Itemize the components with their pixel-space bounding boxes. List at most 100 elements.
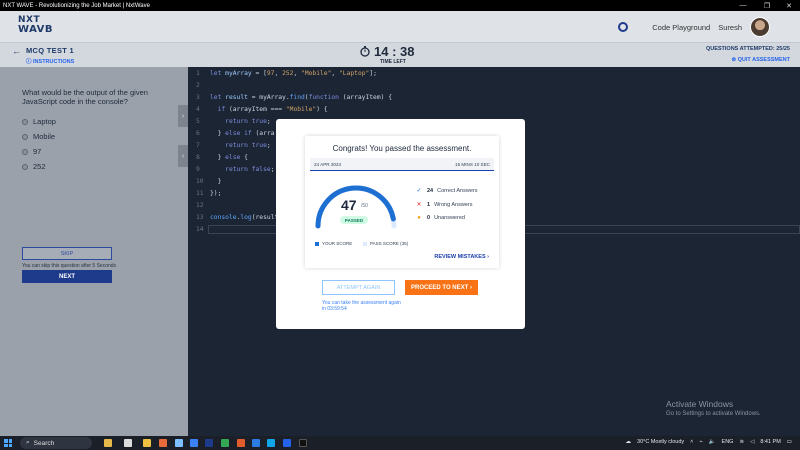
code-line: } xyxy=(210,178,222,185)
maximize-icon[interactable]: ❐ xyxy=(756,0,778,11)
windows-start-icon[interactable] xyxy=(4,439,12,447)
chevron-up-icon[interactable]: ˄ xyxy=(690,439,693,445)
line-number: 12 xyxy=(196,202,204,209)
question-panel: What would be the output of the given Ja… xyxy=(0,67,188,436)
taskbar: ⌕ Search ☁ 30°C Mostly cloudy ˄ ⌁ 🔈 ENG … xyxy=(0,436,800,450)
line-number: 14 xyxy=(196,226,204,233)
code-line: return false; xyxy=(225,166,275,173)
taskbar-search[interactable]: ⌕ Search xyxy=(20,437,92,449)
proceed-label: PROCEED TO NEXT xyxy=(411,284,469,291)
time-left-label: TIME LEFT xyxy=(380,59,406,65)
check-icon: ✓ xyxy=(416,188,422,194)
option-252[interactable]: 252 xyxy=(22,162,46,171)
review-mistakes-link[interactable]: REVIEW MISTAKES › xyxy=(434,254,489,260)
wifi-icon[interactable]: ≋ xyxy=(739,439,744,445)
weather-icon[interactable]: ☁ xyxy=(626,439,632,445)
chrome-icon[interactable] xyxy=(221,439,229,447)
instructions-link[interactable]: ⓘ INSTRUCTIONS xyxy=(26,57,74,65)
volume-icon[interactable]: 🔈 xyxy=(709,439,716,445)
test-info-bar: ← MCQ TEST 1 ⓘ INSTRUCTIONS 14 : 38 TIME… xyxy=(0,42,800,67)
cross-icon: ✕ xyxy=(416,202,422,208)
folder-icon[interactable] xyxy=(143,439,151,447)
weather-text[interactable]: 30°C Mostly cloudy xyxy=(637,439,684,445)
option-label: Laptop xyxy=(33,117,56,126)
edge-icon[interactable] xyxy=(252,439,260,447)
app-header: NXT WAVB Code Playground Suresh xyxy=(0,11,800,42)
legend-label: PASS SCORE (35) xyxy=(370,241,409,246)
watermark-line1: Activate Windows xyxy=(666,399,734,409)
radio-icon[interactable] xyxy=(22,133,28,140)
app-icon[interactable] xyxy=(267,439,275,447)
line-number: 2 xyxy=(196,82,200,89)
back-arrow-icon[interactable]: ← xyxy=(12,46,21,56)
window-title: NXT WAVE - Revolutionizing the Job Marke… xyxy=(3,2,150,9)
skip-note: You can skip this question after 5 Secon… xyxy=(22,263,117,269)
line-number: 7 xyxy=(196,142,200,149)
next-button[interactable]: NEXT xyxy=(22,270,112,283)
app-icon[interactable] xyxy=(237,439,245,447)
code-line: let myArray = [97, 252, "Mobile", "Lapto… xyxy=(210,70,377,77)
radio-icon[interactable] xyxy=(22,148,28,155)
app-icon[interactable] xyxy=(299,439,307,447)
network-icon[interactable]: ⌁ xyxy=(699,439,702,445)
radio-icon[interactable] xyxy=(22,118,28,125)
code-playground-icon[interactable] xyxy=(618,22,629,32)
app-icon[interactable] xyxy=(124,439,132,447)
app-icon[interactable] xyxy=(175,439,183,447)
user-name[interactable]: Suresh xyxy=(718,23,742,32)
avatar[interactable] xyxy=(750,17,770,37)
nxtwave-logo[interactable]: NXT WAVB xyxy=(18,16,54,35)
app-icon[interactable] xyxy=(104,439,112,447)
app-icon[interactable] xyxy=(205,439,213,447)
logo-line2: WAVB xyxy=(18,24,54,35)
option-mobile[interactable]: Mobile xyxy=(22,132,55,141)
speaker-icon[interactable]: ◁ xyxy=(750,439,754,445)
timer-value: 14 : 38 xyxy=(374,44,415,59)
system-tray: ☁ 30°C Mostly cloudy ˄ ⌁ 🔈 ENG ≋ ◁ 8:41 … xyxy=(626,439,792,445)
questions-attempted: QUESTIONS ATTEMPTED: 25/25 xyxy=(705,46,790,52)
legend-label: YOUR SCORE xyxy=(322,241,353,246)
line-number: 1 xyxy=(196,70,200,77)
status-badge: PASSED xyxy=(340,216,368,224)
notifications-icon[interactable]: ▭ xyxy=(787,439,792,445)
activate-windows-watermark: Activate Windows Go to Settings to activ… xyxy=(666,399,761,417)
review-label: REVIEW MISTAKES xyxy=(434,254,486,260)
stopwatch-icon xyxy=(360,46,370,57)
result-card: Congrats! You passed the assessment. 24 … xyxy=(305,136,499,268)
proceed-to-next-button[interactable]: PROCEED TO NEXT › xyxy=(405,280,478,295)
app-icon[interactable] xyxy=(159,439,167,447)
correct-label: Correct Answers xyxy=(437,187,478,194)
vscode-icon[interactable] xyxy=(283,439,291,447)
code-line: }); xyxy=(210,190,222,197)
timer: 14 : 38 xyxy=(360,44,414,59)
wrong-label: Wrong Answers xyxy=(434,201,473,208)
unanswered-count: 0 xyxy=(427,215,431,221)
app-icon[interactable] xyxy=(190,439,198,447)
congrats-heading: Congrats! You passed the assessment. xyxy=(332,144,472,153)
radio-icon[interactable] xyxy=(22,163,28,170)
line-number: 13 xyxy=(196,214,204,221)
question-text: What would be the output of the given Ja… xyxy=(22,88,148,106)
skip-button[interactable]: SKIP xyxy=(22,247,112,260)
option-label: 97 xyxy=(33,147,42,156)
collapse-right-icon[interactable]: › xyxy=(178,105,188,127)
option-laptop[interactable]: Laptop xyxy=(22,117,56,126)
legend-swatch xyxy=(363,241,367,246)
window-title-bar: NXT WAVE - Revolutionizing the Job Marke… xyxy=(0,0,800,11)
unanswered-label: Unanswered xyxy=(434,215,465,221)
wrong-answers: ✕ 1 Wrong Answers xyxy=(415,201,473,209)
language-indicator[interactable]: ENG xyxy=(722,439,734,445)
result-duration: 15 MINS 10 SEC xyxy=(455,162,490,167)
option-97[interactable]: 97 xyxy=(22,147,41,156)
clock[interactable]: 8:41 PM xyxy=(760,439,780,445)
code-playground-link[interactable]: Code Playground xyxy=(652,23,710,32)
line-number: 9 xyxy=(196,166,200,173)
code-line: } else if (arra xyxy=(210,130,275,137)
attempt-again-button[interactable]: ATTEMPT AGAIN xyxy=(322,280,395,295)
collapse-left-icon[interactable]: ‹ xyxy=(178,145,188,167)
quit-assessment-link[interactable]: ⊗ QUIT ASSESSMENT xyxy=(732,57,791,63)
close-icon[interactable]: ✕ xyxy=(778,0,800,11)
minimize-icon[interactable]: — xyxy=(732,0,754,11)
line-number: 5 xyxy=(196,118,200,125)
result-date-bar: 24 APR 2024 15 MINS 10 SEC xyxy=(310,158,494,171)
